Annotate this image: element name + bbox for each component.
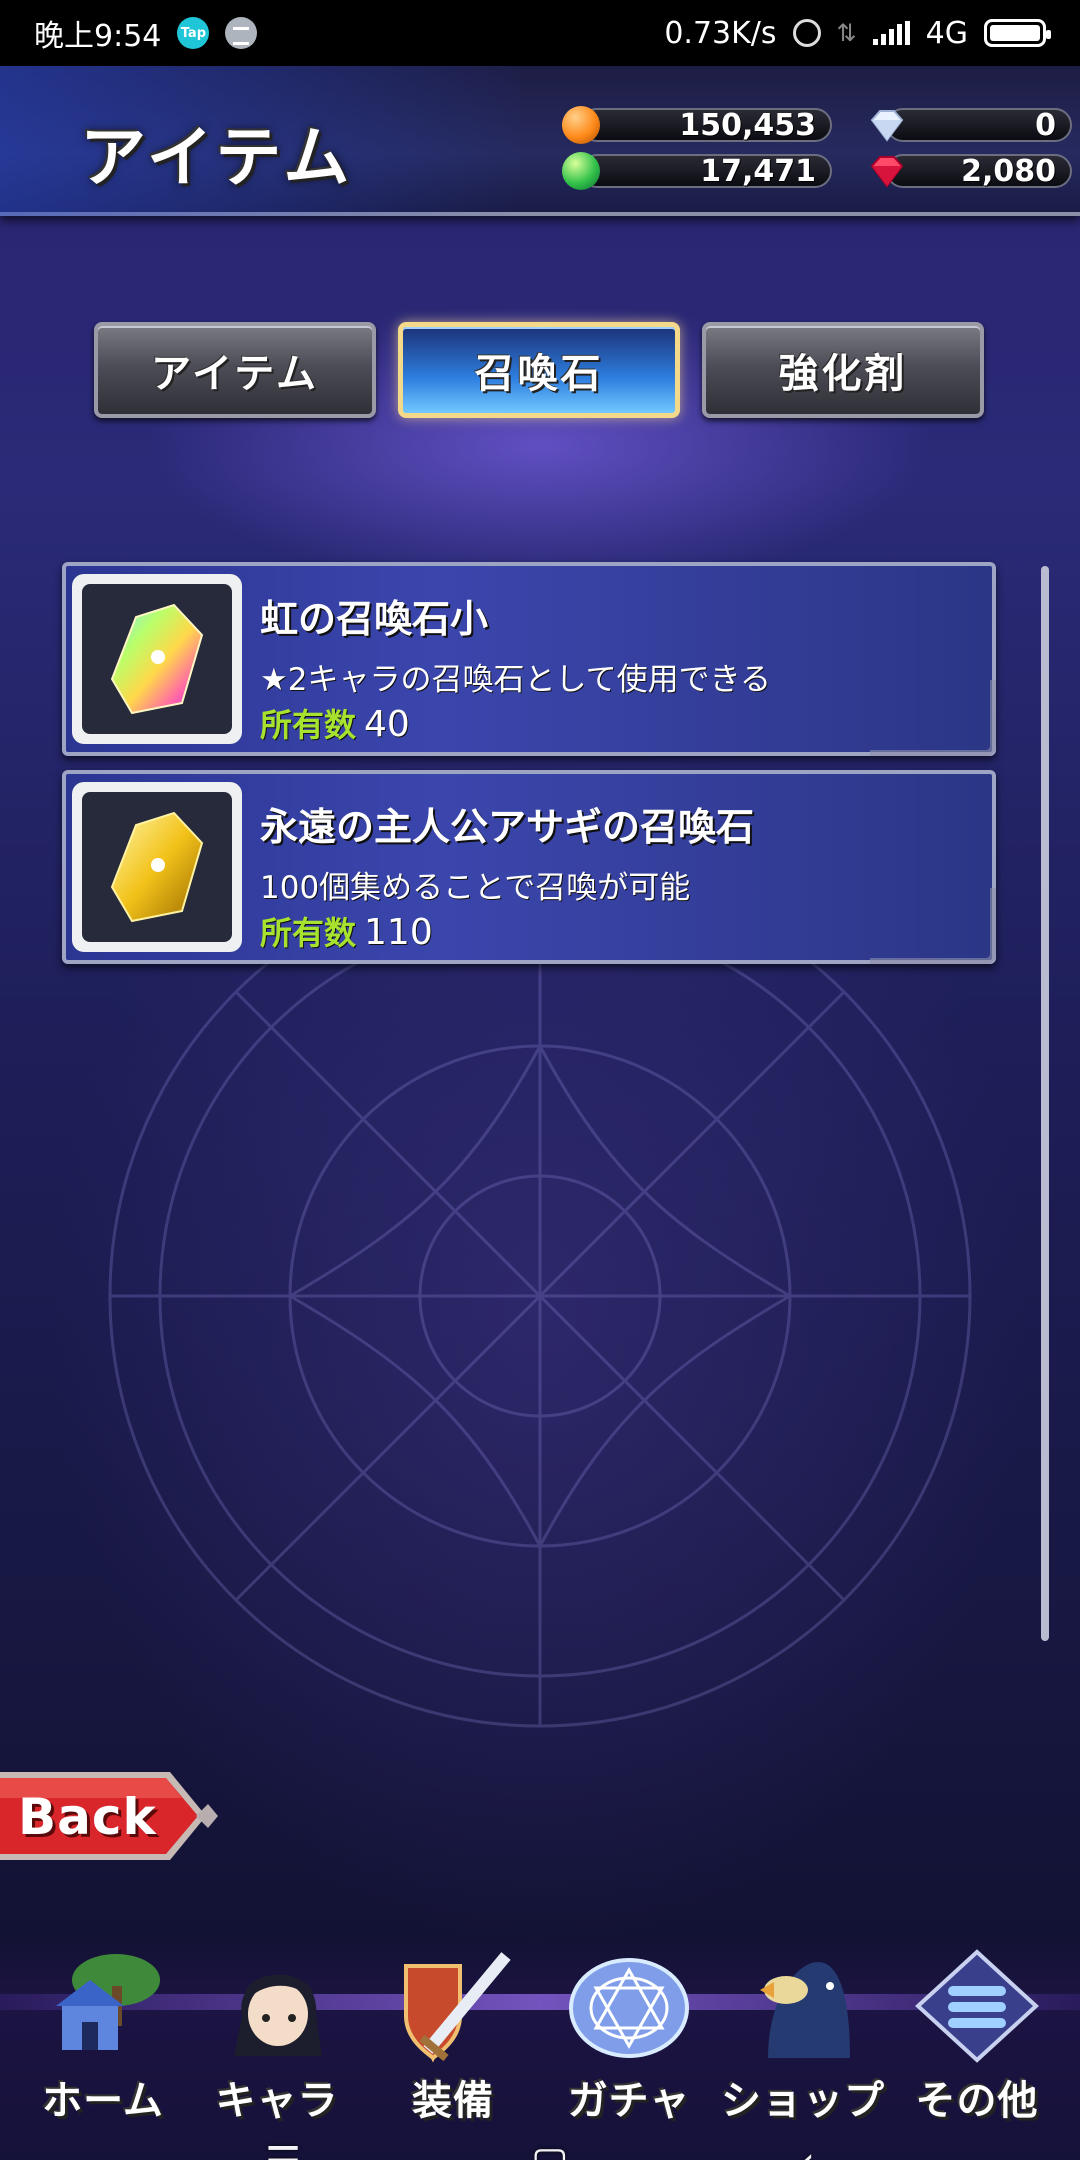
tab-enhancers[interactable]: 強化剤 (702, 322, 984, 418)
item-name: 永遠の主人公アサギの召喚石 (260, 805, 755, 849)
count-label: 所有数 (260, 706, 357, 744)
net-speed: 0.73K/s (664, 15, 777, 51)
game-screen: アイテム 150,453 17,471 0 2,080 アイテム 召喚石 強化剤 (0, 66, 1080, 2160)
recent-apps-button[interactable]: ☰ (265, 2139, 301, 2160)
gold-crystal-icon (110, 811, 204, 923)
rainbow-crystal-icon (110, 603, 204, 715)
item-count: 所有数 40 (260, 700, 410, 746)
back-label: Back (18, 1788, 157, 1846)
count-value: 40 (364, 704, 410, 745)
back-button[interactable]: Back (0, 1768, 220, 1864)
signal-icon (872, 21, 910, 45)
equipment-icon (404, 1952, 511, 2063)
gil-orb-icon (562, 106, 600, 144)
system-nav-bar: ☰ ▢ ‹ (0, 2098, 1080, 2160)
ruby-counter: 2,080 (868, 150, 1072, 190)
tab-summon-stones[interactable]: 召喚石 (398, 322, 680, 418)
item-thumbnail (72, 574, 242, 744)
header: アイテム 150,453 17,471 0 2,080 (0, 66, 1080, 216)
battery-icon (984, 19, 1051, 47)
data-arrows-icon: ⇅ (836, 19, 857, 47)
green-orb-icon (562, 152, 600, 190)
clock: 晚上9:54 (34, 19, 162, 54)
page-title: アイテム (80, 119, 354, 196)
gacha-icon (569, 1958, 689, 2058)
alarm-icon (792, 19, 821, 47)
diamond-counter: 0 (868, 104, 1072, 144)
system-back-button[interactable]: ‹ (799, 2139, 815, 2160)
diamond-icon (870, 110, 904, 142)
shop-icon (760, 1962, 850, 2058)
home-icon (56, 1954, 160, 2050)
list-item[interactable]: 永遠の主人公アサギの召喚石 100個集めることで召喚が可能 所有数 110 (62, 770, 996, 964)
gil-counter: 150,453 (562, 104, 832, 144)
item-count: 所有数 110 (260, 908, 433, 954)
item-description: 100個集めることで召喚が可能 (260, 870, 691, 906)
message-icon (225, 17, 258, 49)
tap-app-icon: Tap (177, 17, 210, 49)
count-value: 110 (364, 912, 433, 953)
home-button[interactable]: ▢ (531, 2139, 569, 2160)
item-name: 虹の召喚石小 (260, 597, 489, 641)
gil-value: 150,453 (580, 108, 832, 143)
item-list: 虹の召喚石小 ★2キャラの召喚石として使用できる 所有数 40 永遠の主人公アサ… (62, 562, 996, 978)
character-icon (234, 1974, 322, 2056)
other-icon (915, 1949, 1039, 2063)
list-scrollbar[interactable] (1041, 566, 1049, 1641)
green-orb-value: 17,471 (580, 154, 832, 189)
ruby-icon (870, 156, 904, 188)
scrollbar-thumb[interactable] (1041, 566, 1049, 1641)
list-item[interactable]: 虹の召喚石小 ★2キャラの召喚石として使用できる 所有数 40 (62, 562, 996, 756)
tab-items[interactable]: アイテム (94, 322, 376, 418)
item-thumbnail (72, 782, 242, 952)
count-label: 所有数 (260, 914, 357, 952)
item-description: ★2キャラの召喚石として使用できる (260, 662, 771, 698)
status-bar: 晚上9:54 Tap 0.73K/s ⇅ 4G (0, 0, 1080, 66)
network-type: 4G (925, 15, 968, 51)
magic-circle-background (108, 864, 972, 1728)
green-orb-counter: 17,471 (562, 150, 832, 190)
ruby-value: 2,080 (886, 154, 1072, 189)
diamond-value: 0 (886, 108, 1072, 143)
